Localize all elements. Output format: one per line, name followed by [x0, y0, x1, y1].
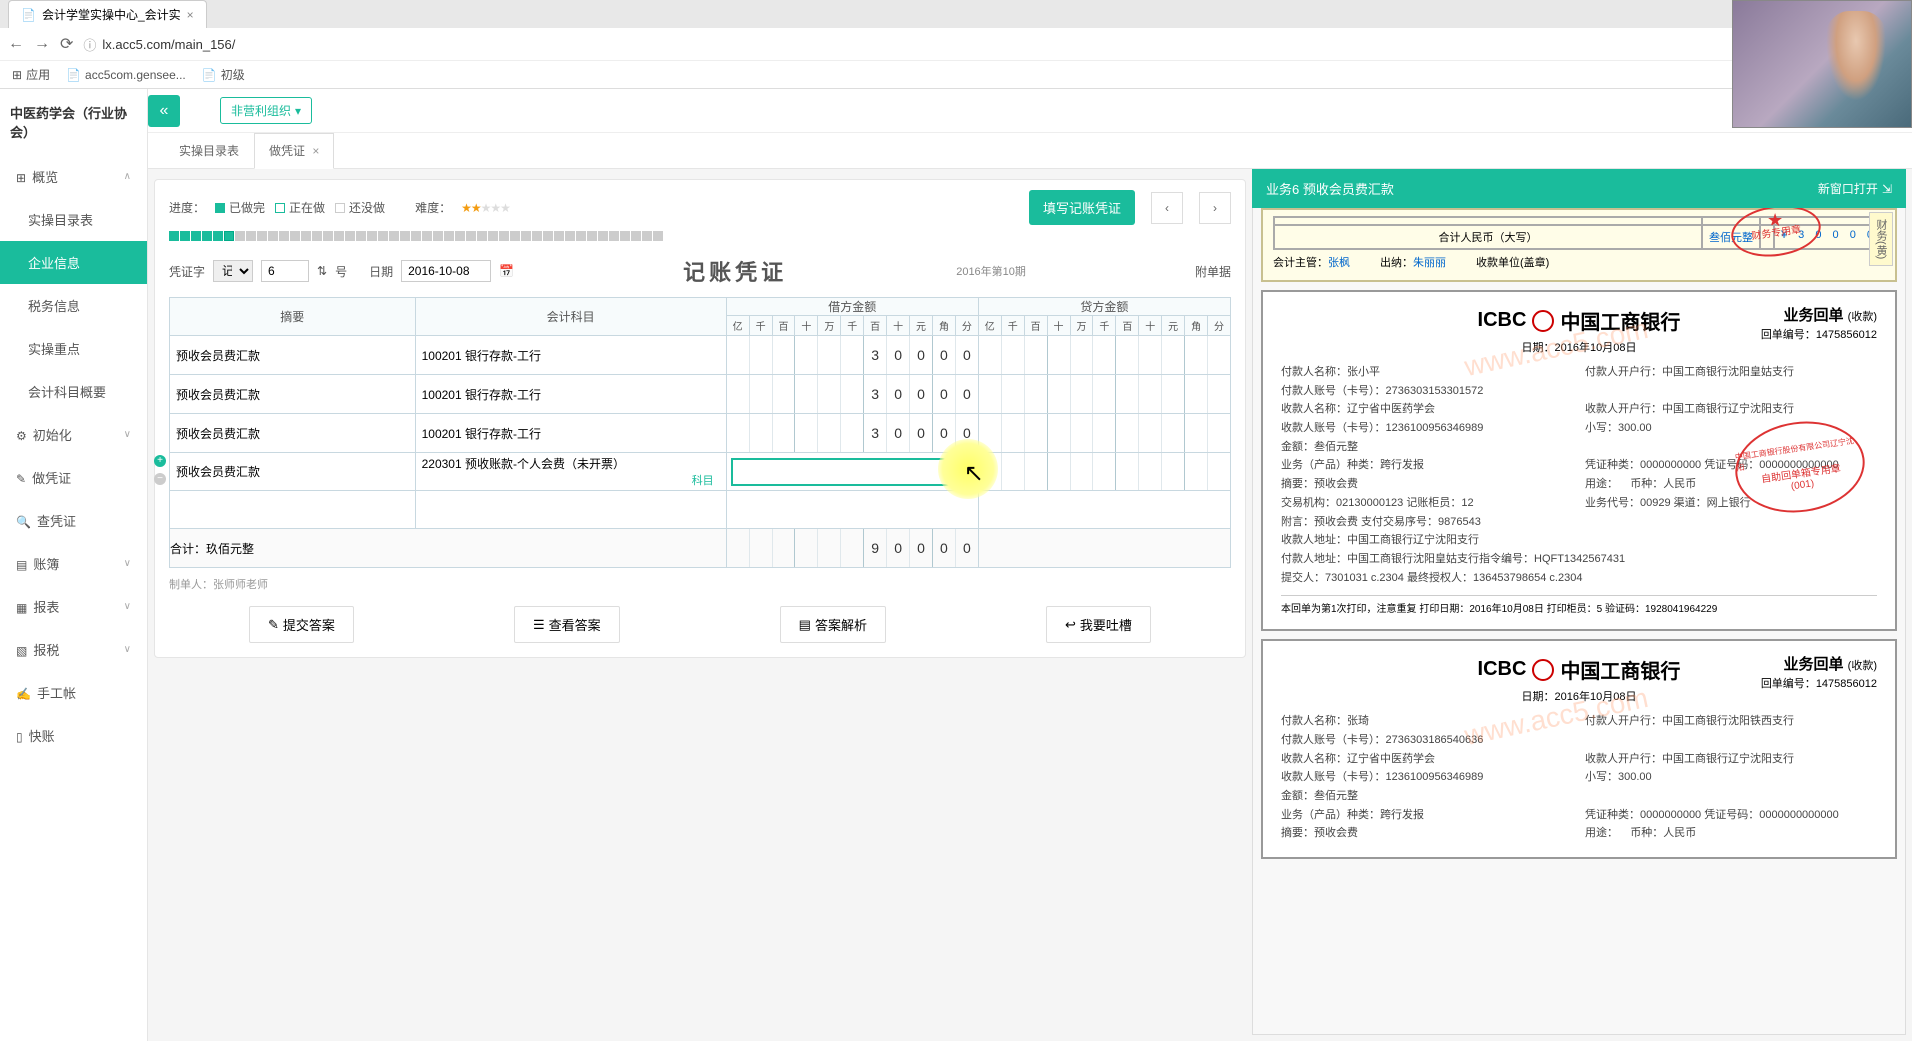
prev-button[interactable]: ‹: [1151, 192, 1183, 224]
voucher-title: 记账凭证: [683, 255, 787, 287]
next-button[interactable]: ›: [1199, 192, 1231, 224]
submit-answer-button[interactable]: ✎ 提交答案: [249, 606, 354, 643]
del-row-icon[interactable]: −: [154, 473, 166, 485]
voucher-period: 2016年第10期: [956, 263, 1026, 279]
sidebar-item[interactable]: ▧报税∨: [0, 628, 147, 671]
icbc-logo-icon: [1532, 310, 1554, 332]
tab-favicon: 📄: [21, 8, 36, 22]
view-answer-button[interactable]: ☰ 查看答案: [514, 606, 620, 643]
bookmark-gensee[interactable]: 📄 acc5com.gensee...: [66, 68, 186, 82]
sidebar: 中医药学会（行业协会） ⊞概览∧实操目录表企业信息税务信息实操重点会计科目概要⚙…: [0, 89, 148, 1041]
open-new-window-button[interactable]: 新窗口打开 ⇲: [1818, 180, 1892, 197]
sidebar-item[interactable]: 实操重点: [0, 327, 147, 370]
forward-icon[interactable]: →: [34, 35, 50, 53]
doc-header: 业务6 预收会员费汇款 新窗口打开 ⇲: [1252, 169, 1906, 208]
sidebar-item[interactable]: 会计科目概要: [0, 370, 147, 413]
url-input[interactable]: ⓘ lx.acc5.com/main_156/: [83, 35, 1879, 54]
icbc-receipt-2: www.acc5.com ICBC 中国工商银行 业务回单 (收款) 日期：20…: [1261, 639, 1897, 859]
sidebar-item[interactable]: ✍手工帐: [0, 671, 147, 714]
reload-icon[interactable]: ⟳: [60, 34, 73, 54]
url-text: lx.acc5.com/main_156/: [102, 37, 235, 52]
sidebar-item[interactable]: ✎做凭证: [0, 456, 147, 499]
sidebar-item[interactable]: ⚙初始化∨: [0, 413, 147, 456]
voucher-row[interactable]: 预收会员费汇款100201 银行存款-工行30000: [170, 414, 1231, 453]
doc-scroll[interactable]: ★ 合计人民币（大写） 叁佰元整 财务专用章 ¥ 3 0 0 0 0 会计主管：…: [1252, 208, 1906, 1035]
progress-bar[interactable]: [169, 231, 1231, 241]
add-row-icon[interactable]: +: [154, 455, 166, 467]
icbc-logo-icon: [1532, 659, 1554, 681]
browser-tab[interactable]: 📄 会计学堂实操中心_会计实 ×: [8, 0, 207, 28]
calendar-icon[interactable]: 📅: [499, 264, 514, 278]
th-account: 会计科目: [415, 298, 726, 336]
bookmark-chuji[interactable]: 📄 初级: [202, 66, 245, 83]
chevron-down-icon: ▾: [295, 104, 301, 118]
sidebar-item[interactable]: ▯快账: [0, 714, 147, 757]
voucher-row[interactable]: +−预收会员费汇款220301 预收账款-个人会费（未开票）科目↖: [170, 453, 1231, 491]
voucher-row[interactable]: 预收会员费汇款100201 银行存款-工行30000: [170, 375, 1231, 414]
page-tab[interactable]: 实操目录表: [164, 133, 254, 168]
fill-voucher-button[interactable]: 填写记账凭证: [1029, 190, 1135, 225]
sidebar-item[interactable]: 🔍查凭证: [0, 499, 147, 542]
close-icon[interactable]: ×: [312, 144, 319, 158]
tab-close-icon[interactable]: ×: [187, 8, 194, 22]
th-credit: 贷方金额: [978, 298, 1230, 316]
tab-title: 会计学堂实操中心_会计实: [42, 6, 181, 23]
th-debit: 借方金额: [726, 298, 978, 316]
sidebar-item[interactable]: ⊞概览∧: [0, 155, 147, 198]
maker-row: 制单人：张师师老师: [169, 576, 1231, 592]
total-label: 合计：玖佰元整: [170, 529, 727, 568]
sidebar-title: 中医药学会（行业协会）: [0, 89, 147, 155]
answer-analysis-button[interactable]: ▤ 答案解析: [780, 606, 886, 643]
back-icon[interactable]: ←: [8, 35, 24, 53]
voucher-number-input[interactable]: [261, 260, 309, 282]
voucher-date-input[interactable]: [401, 260, 491, 282]
sidebar-item[interactable]: ▤账簿∨: [0, 542, 147, 585]
collapse-sidebar-icon[interactable]: «: [148, 95, 180, 127]
progress-row: 进度： 已做完 正在做 还没做 难度： ★★★★★ 填写记账凭证 ‹ ›: [169, 190, 1231, 225]
receipt-yellow: ★ 合计人民币（大写） 叁佰元整 财务专用章 ¥ 3 0 0 0 0 会计主管：…: [1261, 208, 1897, 282]
sidebar-item[interactable]: 实操目录表: [0, 198, 147, 241]
browser-chrome: 📄 会计学堂实操中心_会计实 × ← → ⟳ ⓘ lx.acc5.com/mai…: [0, 0, 1912, 89]
th-summary: 摘要: [170, 298, 416, 336]
browser-tab-bar: 📄 会计学堂实操中心_会计实 ×: [0, 0, 1912, 28]
debit-input[interactable]: [731, 458, 974, 486]
feedback-button[interactable]: ↩ 我要吐槽: [1046, 606, 1151, 643]
sidebar-item[interactable]: 税务信息: [0, 284, 147, 327]
action-buttons: ✎ 提交答案 ☰ 查看答案 ▤ 答案解析 ↩ 我要吐槽: [169, 606, 1231, 643]
org-type-badge[interactable]: 非营利组织▾: [220, 97, 312, 124]
webcam-overlay: [1732, 0, 1912, 128]
voucher-row[interactable]: 预收会员费汇款100201 银行存款-工行30000: [170, 336, 1231, 375]
voucher-header: 凭证字 记 ⇅ 号 日期 📅 记账凭证 2016年第10期 附单据: [169, 255, 1231, 287]
page-tabs: 实操目录表做凭证 ×: [148, 133, 1912, 169]
document-panel: 业务6 预收会员费汇款 新窗口打开 ⇲ ★ 合计人民币（大写） 叁佰元整 财务专…: [1252, 169, 1912, 1041]
info-icon: ⓘ: [83, 35, 96, 54]
sidebar-item[interactable]: 企业信息: [0, 241, 147, 284]
icbc-receipt-1: www.acc5.com ICBC 中国工商银行 业务回单 (收款) 日期：20…: [1261, 290, 1897, 631]
sidebar-item[interactable]: ▦报表∨: [0, 585, 147, 628]
voucher-panel: 进度： 已做完 正在做 还没做 难度： ★★★★★ 填写记账凭证 ‹ › 凭证字…: [148, 169, 1252, 1041]
side-tab: 财务(黄): [1869, 212, 1893, 266]
apps-bookmark[interactable]: ⊞ 应用: [12, 66, 50, 83]
voucher-table: 摘要 会计科目 借方金额 贷方金额 亿千百十万千百十元角分亿千百十万千百十元角分…: [169, 297, 1231, 568]
bookmark-bar: ⊞ 应用 📄 acc5com.gensee... 📄 初级: [0, 60, 1912, 88]
stepper-icon[interactable]: ⇅: [317, 264, 327, 278]
top-bar: « 非营利组织▾ 张师师老师 (SVIP会员): [148, 89, 1912, 133]
attach-label: 附单据: [1195, 263, 1231, 280]
address-bar: ← → ⟳ ⓘ lx.acc5.com/main_156/ ☆: [0, 28, 1912, 60]
main-area: « 非营利组织▾ 张师师老师 (SVIP会员) 实操目录表做凭证 × 进度： 已…: [148, 89, 1912, 1041]
page-tab[interactable]: 做凭证 ×: [254, 133, 334, 169]
difficulty-stars: ★★★★★: [461, 201, 510, 215]
voucher-char-select[interactable]: 记: [213, 260, 253, 282]
